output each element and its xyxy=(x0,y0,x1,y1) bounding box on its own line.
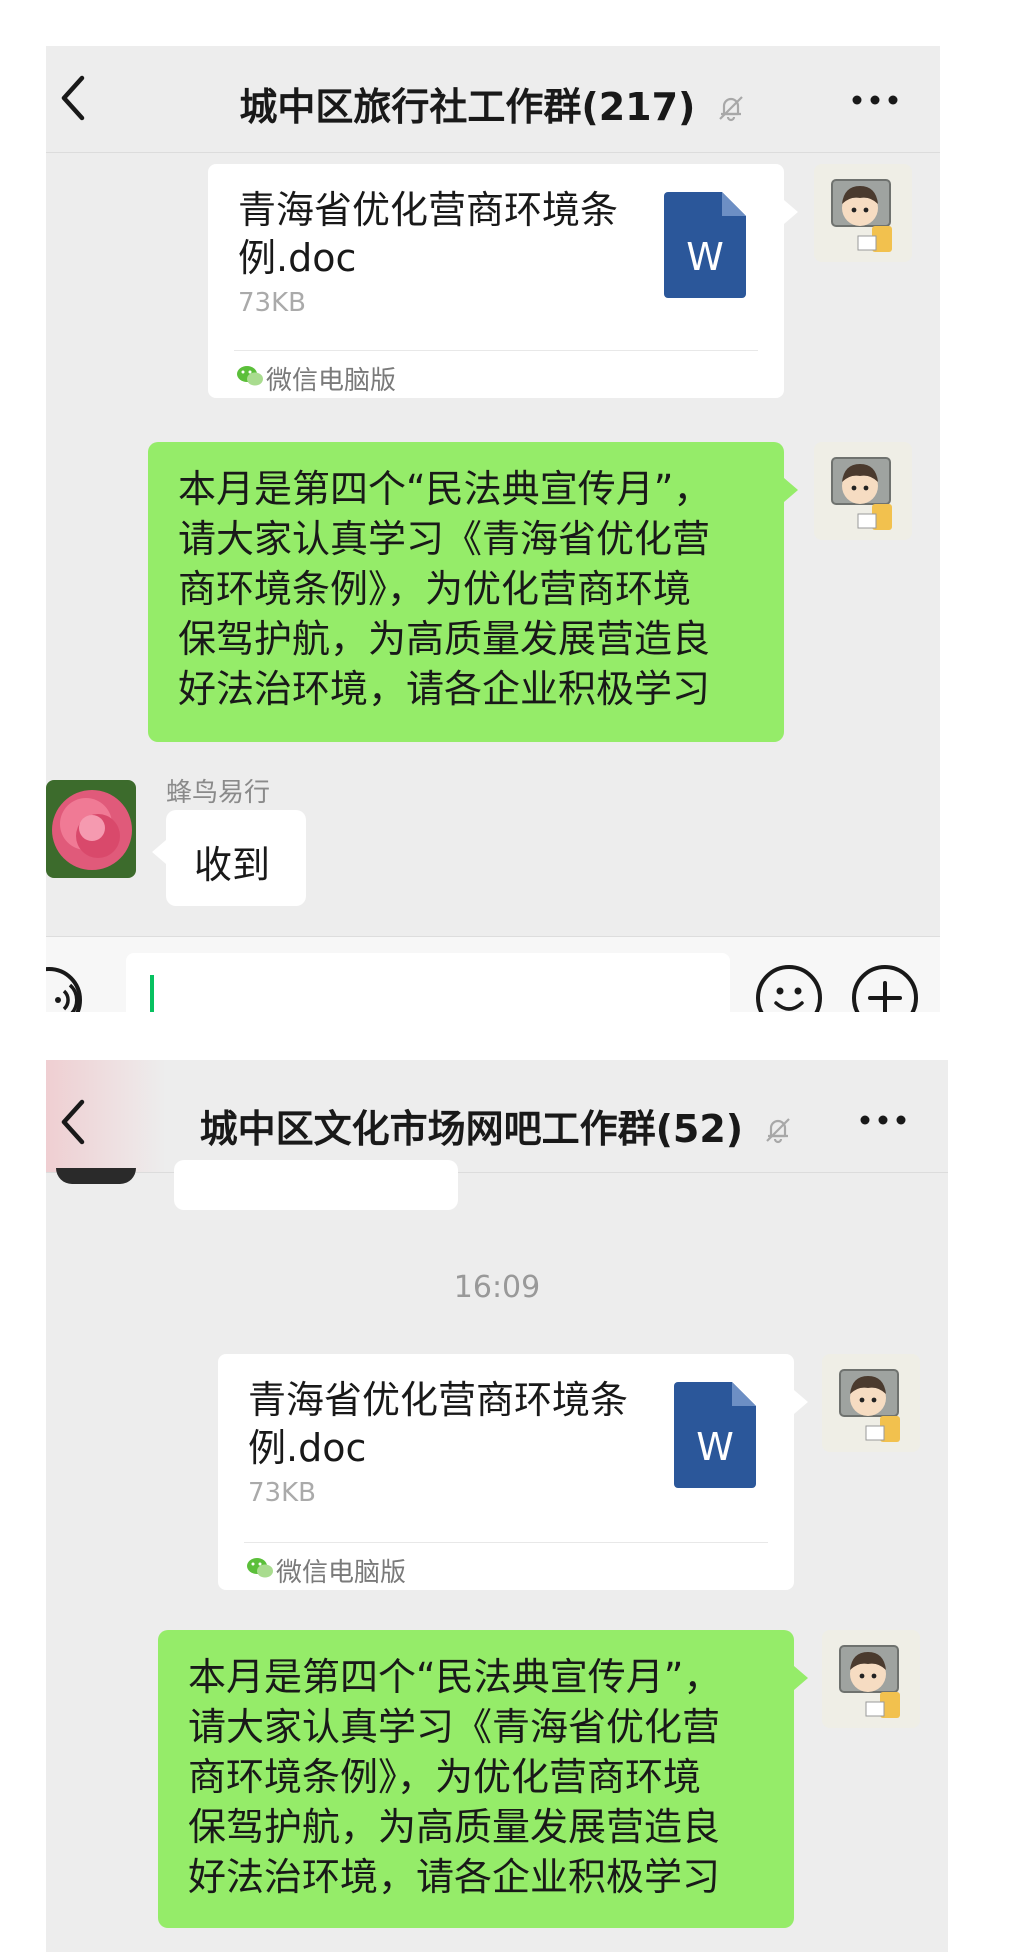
file-divider xyxy=(244,1542,768,1543)
plus-icon[interactable] xyxy=(852,965,918,1012)
svg-text:W: W xyxy=(696,1425,734,1469)
message-text: 收到 xyxy=(194,843,271,887)
cartoon-boy-avatar-icon xyxy=(822,1354,920,1452)
chat-title-wrap: 城中区文化市场网吧工作群(52) xyxy=(46,1098,948,1153)
file-source-label: 微信电脑版 xyxy=(276,1558,407,1588)
message-line: 保驾护航，为高质量发展营造良 xyxy=(188,1805,721,1849)
more-icon[interactable] xyxy=(858,1110,908,1130)
bubble-tail xyxy=(794,1666,808,1690)
emoji-icon[interactable] xyxy=(756,965,822,1012)
mute-bell-icon xyxy=(766,1118,791,1144)
svg-text:W: W xyxy=(686,235,724,279)
message-line: 请大家认真学习《青海省优化营 xyxy=(188,1705,721,1749)
chat-screenshot-travel-agency: 城中区旅行社工作群(217) 青海省优化营商环境条例.doc 73KB W 微信 xyxy=(46,46,940,1012)
chat-title-wrap: 城中区旅行社工作群(217) xyxy=(46,76,940,131)
bubble-tail xyxy=(794,1390,808,1414)
message-line: 本月是第四个“民法典宣传月”， xyxy=(178,467,712,511)
voice-icon[interactable] xyxy=(46,967,82,1012)
self-avatar[interactable] xyxy=(814,442,912,540)
chat-title: 城中区文化市场网吧工作群(52) xyxy=(199,1107,744,1151)
message-line: 商环境条例》，为优化营商环境 xyxy=(188,1755,702,1799)
file-source-label: 微信电脑版 xyxy=(266,366,397,396)
bubble-tail xyxy=(784,478,798,502)
file-name: 青海省优化营商环境条例.doc xyxy=(248,1378,629,1470)
chat-title: 城中区旅行社工作群(217) xyxy=(239,85,696,129)
chat-header: 城中区旅行社工作群(217) xyxy=(46,46,940,153)
bubble-tail xyxy=(152,840,166,864)
text-message-self[interactable]: 本月是第四个“民法典宣传月”， 请大家认真学习《青海省优化营 商环境条例》，为优… xyxy=(158,1630,794,1928)
message-line: 好法治环境，请各企业积极学习 xyxy=(188,1855,721,1899)
message-line: 保驾护航，为高质量发展营造良 xyxy=(178,617,711,661)
message-text: 本月是第四个“民法典宣传月”， 请大家认真学习《青海省优化营 商环境条例》，为优… xyxy=(178,464,764,714)
peony-flower-avatar-icon xyxy=(46,780,136,878)
self-avatar[interactable] xyxy=(822,1354,920,1452)
message-input[interactable] xyxy=(126,953,730,1012)
file-message[interactable]: 青海省优化营商环境条例.doc 73KB W 微信电脑版 xyxy=(208,164,784,398)
cartoon-boy-avatar-icon xyxy=(814,442,912,540)
text-message-other-cutoff xyxy=(174,1160,458,1210)
sender-name: 蜂鸟易行 xyxy=(166,778,271,808)
message-line: 本月是第四个“民法典宣传月”， xyxy=(188,1655,722,1699)
file-size: 73KB xyxy=(248,1478,316,1508)
message-line: 好法治环境，请各企业积极学习 xyxy=(178,667,711,711)
message-line: 商环境条例》，为优化营商环境 xyxy=(178,567,692,611)
word-doc-icon: W xyxy=(664,192,746,298)
more-icon[interactable] xyxy=(850,90,900,110)
cartoon-boy-avatar-icon xyxy=(822,1630,920,1728)
member-avatar-cutoff xyxy=(56,1168,136,1184)
file-message[interactable]: 青海省优化营商环境条例.doc 73KB W 微信电脑版 xyxy=(218,1354,794,1590)
member-avatar[interactable] xyxy=(46,780,136,878)
cartoon-boy-avatar-icon xyxy=(814,164,912,262)
file-divider xyxy=(234,350,758,351)
message-timestamp: 16:09 xyxy=(453,1270,541,1305)
text-message-self[interactable]: 本月是第四个“民法典宣传月”， 请大家认真学习《青海省优化营 商环境条例》，为优… xyxy=(148,442,784,742)
chat-screenshot-internet-cafe: 城中区文化市场网吧工作群(52) 16:09 青海省优化营商环境条例.doc 7… xyxy=(46,1060,948,1952)
chat-header: 城中区文化市场网吧工作群(52) xyxy=(46,1060,948,1173)
file-size: 73KB xyxy=(238,288,306,318)
bubble-tail xyxy=(784,200,798,224)
message-text: 本月是第四个“民法典宣传月”， 请大家认真学习《青海省优化营 商环境条例》，为优… xyxy=(188,1652,774,1902)
wechat-mini-icon xyxy=(247,1558,273,1578)
wechat-mini-icon xyxy=(237,366,263,386)
input-bar xyxy=(46,936,940,1012)
word-doc-icon: W xyxy=(674,1382,756,1488)
self-avatar[interactable] xyxy=(814,164,912,262)
message-line: 请大家认真学习《青海省优化营 xyxy=(178,517,711,561)
self-avatar[interactable] xyxy=(822,1630,920,1728)
mute-bell-icon xyxy=(718,96,743,122)
file-name: 青海省优化营商环境条例.doc xyxy=(238,188,619,280)
text-message-other[interactable]: 收到 xyxy=(166,810,306,906)
text-caret xyxy=(150,975,154,1012)
